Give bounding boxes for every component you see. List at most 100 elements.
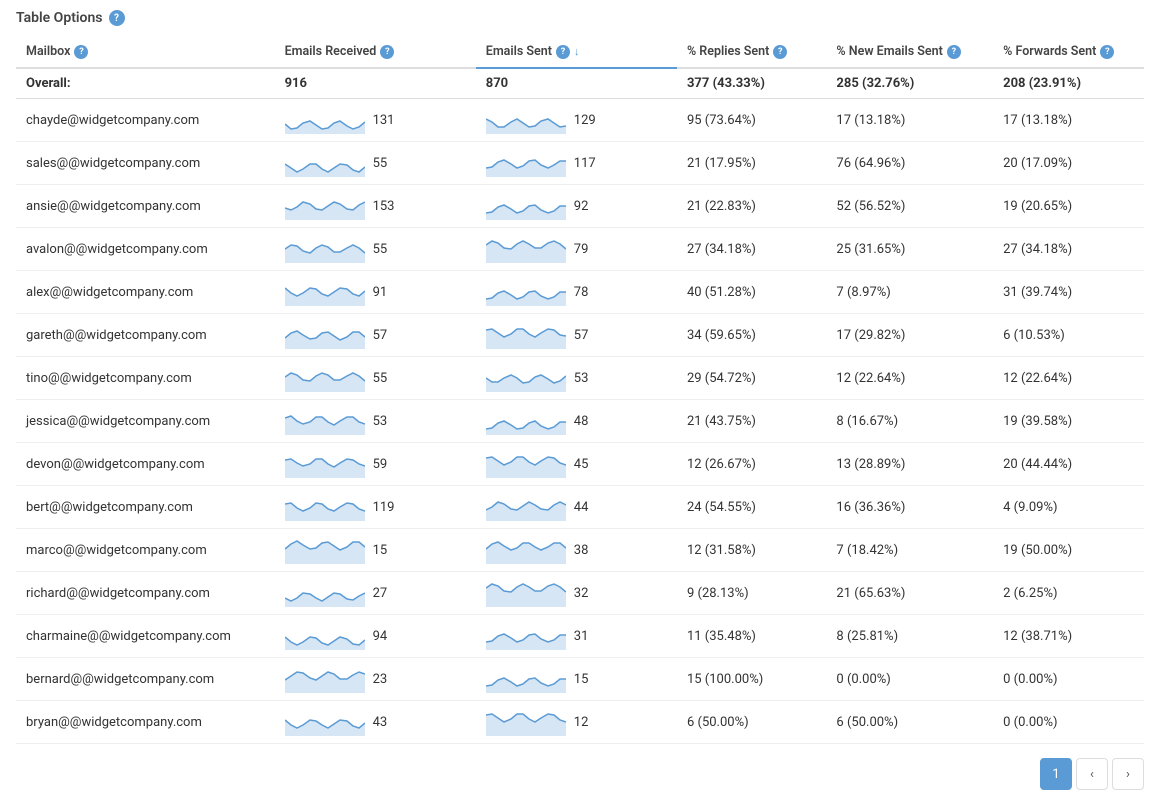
sparkline-svg xyxy=(486,149,566,177)
mailbox-info-btn[interactable]: ? xyxy=(74,45,88,59)
table-row: bernard@@widgetcompany.com 23 15 15 (100… xyxy=(16,658,1144,701)
cell-received: 94 xyxy=(275,615,476,658)
cell-forwards: 27 (34.18%) xyxy=(993,228,1144,271)
table-row: alex@@widgetcompany.com 91 78 40 (51.28%… xyxy=(16,271,1144,314)
table-row: bryan@@widgetcompany.com 43 12 6 (50.00%… xyxy=(16,701,1144,744)
cell-mailbox: sales@@widgetcompany.com xyxy=(16,142,275,185)
cell-replies: 27 (34.18%) xyxy=(677,228,826,271)
cell-mailbox: chayde@widgetcompany.com xyxy=(16,99,275,142)
cell-new: 17 (13.18%) xyxy=(826,99,993,142)
cell-mailbox: avalon@@widgetcompany.com xyxy=(16,228,275,271)
sort-desc-icon: ↓ xyxy=(574,45,580,58)
cell-forwards: 20 (17.09%) xyxy=(993,142,1144,185)
table-row: charmaine@@widgetcompany.com 94 31 11 (3… xyxy=(16,615,1144,658)
forwards-info-btn[interactable]: ? xyxy=(1100,45,1114,59)
sparkline-svg xyxy=(285,450,365,478)
cell-mailbox: gareth@@widgetcompany.com xyxy=(16,314,275,357)
sparkline-svg xyxy=(285,536,365,564)
page-next-btn[interactable]: › xyxy=(1112,758,1144,790)
table-row: marco@@widgetcompany.com 15 38 12 (31.58… xyxy=(16,529,1144,572)
cell-forwards: 17 (13.18%) xyxy=(993,99,1144,142)
cell-mailbox: jessica@@widgetcompany.com xyxy=(16,400,275,443)
cell-sent: 53 xyxy=(476,357,677,400)
cell-forwards: 20 (44.44%) xyxy=(993,443,1144,486)
cell-replies: 29 (54.72%) xyxy=(677,357,826,400)
page-1-btn[interactable]: 1 xyxy=(1040,758,1072,790)
cell-replies: 21 (43.75%) xyxy=(677,400,826,443)
cell-sent: 32 xyxy=(476,572,677,615)
sparkline-svg xyxy=(285,665,365,693)
overall-forwards: 208 (23.91%) xyxy=(993,68,1144,99)
cell-forwards: 19 (20.65%) xyxy=(993,185,1144,228)
replies-info-btn[interactable]: ? xyxy=(773,45,787,59)
cell-forwards: 4 (9.09%) xyxy=(993,486,1144,529)
cell-received: 153 xyxy=(275,185,476,228)
table-row: ansie@@widgetcompany.com 153 92 21 (22.8… xyxy=(16,185,1144,228)
col-header-new: % New Emails Sent ? xyxy=(826,36,993,68)
table-row: chayde@widgetcompany.com 131 129 95 (73.… xyxy=(16,99,1144,142)
table-row: sales@@widgetcompany.com 55 117 21 (17.9… xyxy=(16,142,1144,185)
table-header-row: Mailbox ? Emails Received ? Emails Sent … xyxy=(16,36,1144,68)
cell-received: 53 xyxy=(275,400,476,443)
cell-received: 131 xyxy=(275,99,476,142)
cell-replies: 40 (51.28%) xyxy=(677,271,826,314)
cell-replies: 11 (35.48%) xyxy=(677,615,826,658)
cell-mailbox: bryan@@widgetcompany.com xyxy=(16,701,275,744)
page-prev-btn[interactable]: ‹ xyxy=(1076,758,1108,790)
cell-received: 55 xyxy=(275,228,476,271)
cell-new: 0 (0.00%) xyxy=(826,658,993,701)
cell-replies: 9 (28.13%) xyxy=(677,572,826,615)
sparkline-svg xyxy=(486,493,566,521)
cell-mailbox: tino@@widgetcompany.com xyxy=(16,357,275,400)
cell-sent: 57 xyxy=(476,314,677,357)
table-row: richard@@widgetcompany.com 27 32 9 (28.1… xyxy=(16,572,1144,615)
cell-mailbox: bert@@widgetcompany.com xyxy=(16,486,275,529)
sparkline-svg xyxy=(285,278,365,306)
cell-received: 23 xyxy=(275,658,476,701)
cell-new: 76 (64.96%) xyxy=(826,142,993,185)
cell-new: 12 (22.64%) xyxy=(826,357,993,400)
cell-received: 43 xyxy=(275,701,476,744)
overall-label: Overall: xyxy=(16,68,275,99)
cell-new: 6 (50.00%) xyxy=(826,701,993,744)
sparkline-svg xyxy=(486,665,566,693)
sparkline-svg xyxy=(285,579,365,607)
cell-received: 27 xyxy=(275,572,476,615)
sent-info-btn[interactable]: ? xyxy=(556,45,570,59)
sparkline-svg xyxy=(285,708,365,736)
cell-sent: 31 xyxy=(476,615,677,658)
cell-mailbox: richard@@widgetcompany.com xyxy=(16,572,275,615)
new-info-btn[interactable]: ? xyxy=(947,45,961,59)
cell-sent: 45 xyxy=(476,443,677,486)
cell-new: 52 (56.52%) xyxy=(826,185,993,228)
sparkline-svg xyxy=(285,493,365,521)
col-header-sent[interactable]: Emails Sent ? ↓ xyxy=(476,36,677,68)
overall-replies: 377 (43.33%) xyxy=(677,68,826,99)
cell-replies: 15 (100.00%) xyxy=(677,658,826,701)
table-options-title: Table Options xyxy=(16,10,103,26)
cell-forwards: 0 (0.00%) xyxy=(993,658,1144,701)
cell-received: 57 xyxy=(275,314,476,357)
cell-received: 15 xyxy=(275,529,476,572)
cell-new: 8 (25.81%) xyxy=(826,615,993,658)
cell-received: 55 xyxy=(275,357,476,400)
cell-received: 55 xyxy=(275,142,476,185)
cell-mailbox: devon@@widgetcompany.com xyxy=(16,443,275,486)
table-options-info-icon[interactable]: ? xyxy=(109,10,125,26)
col-header-forwards: % Forwards Sent ? xyxy=(993,36,1144,68)
col-header-mailbox: Mailbox ? xyxy=(16,36,275,68)
cell-mailbox: alex@@widgetcompany.com xyxy=(16,271,275,314)
sparkline-svg xyxy=(486,364,566,392)
cell-new: 17 (29.82%) xyxy=(826,314,993,357)
sparkline-svg xyxy=(486,622,566,650)
cell-mailbox: charmaine@@widgetcompany.com xyxy=(16,615,275,658)
cell-sent: 15 xyxy=(476,658,677,701)
sparkline-svg xyxy=(486,450,566,478)
overall-new: 285 (32.76%) xyxy=(826,68,993,99)
received-info-btn[interactable]: ? xyxy=(380,45,394,59)
cell-sent: 48 xyxy=(476,400,677,443)
sparkline-svg xyxy=(486,278,566,306)
sparkline-svg xyxy=(285,235,365,263)
cell-forwards: 31 (39.74%) xyxy=(993,271,1144,314)
cell-replies: 21 (17.95%) xyxy=(677,142,826,185)
